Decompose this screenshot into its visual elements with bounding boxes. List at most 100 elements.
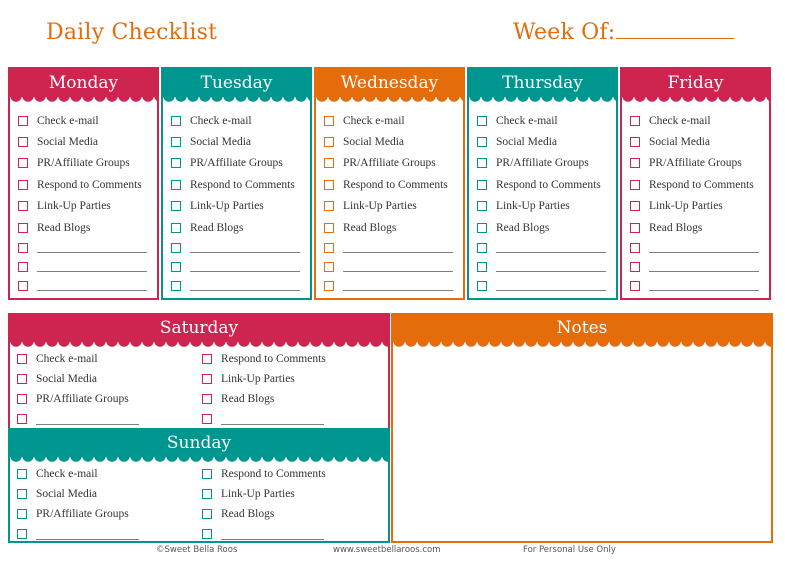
blank-write-in-line[interactable] bbox=[36, 416, 139, 425]
checkbox[interactable] bbox=[202, 489, 212, 499]
checkbox[interactable] bbox=[171, 261, 181, 272]
checkbox[interactable] bbox=[477, 222, 487, 233]
checkbox[interactable] bbox=[324, 201, 334, 212]
checkbox[interactable] bbox=[477, 242, 487, 253]
checkbox[interactable] bbox=[17, 394, 27, 404]
notes-card: Notes bbox=[391, 313, 773, 543]
checkbox[interactable] bbox=[324, 242, 334, 253]
checkbox[interactable] bbox=[171, 222, 181, 233]
checkbox[interactable] bbox=[477, 115, 487, 126]
checkbox[interactable] bbox=[477, 158, 487, 169]
checkbox[interactable] bbox=[630, 137, 640, 148]
checkbox[interactable] bbox=[324, 115, 334, 126]
blank-write-in-line[interactable] bbox=[343, 244, 453, 254]
checklist-item: PR/Affiliate Groups bbox=[17, 504, 202, 524]
blank-write-in-line[interactable] bbox=[190, 263, 300, 273]
blank-write-in-line[interactable] bbox=[37, 244, 147, 254]
checkbox[interactable] bbox=[477, 201, 487, 212]
blank-write-in-line[interactable] bbox=[37, 282, 147, 292]
blank-write-in-line[interactable] bbox=[343, 282, 453, 292]
checkbox[interactable] bbox=[324, 261, 334, 272]
checkbox[interactable] bbox=[17, 509, 27, 519]
week-of-field[interactable]: Week Of: bbox=[513, 20, 735, 45]
checkbox[interactable] bbox=[17, 354, 27, 364]
checkbox[interactable] bbox=[171, 242, 181, 253]
checkbox[interactable] bbox=[324, 158, 334, 169]
checkbox[interactable] bbox=[18, 158, 28, 169]
blank-write-in-line[interactable] bbox=[649, 263, 759, 273]
blank-write-in-line[interactable] bbox=[496, 282, 606, 292]
blank-write-in-line[interactable] bbox=[221, 531, 324, 540]
checkbox[interactable] bbox=[18, 222, 28, 233]
checkbox[interactable] bbox=[324, 179, 334, 190]
blank-write-in-line[interactable] bbox=[649, 244, 759, 254]
checkbox[interactable] bbox=[630, 280, 640, 291]
week-of-blank-line[interactable] bbox=[616, 20, 735, 39]
blank-checklist-item bbox=[18, 238, 157, 257]
checkbox[interactable] bbox=[477, 137, 487, 148]
blank-write-in-line[interactable] bbox=[496, 244, 606, 254]
checkbox[interactable] bbox=[18, 201, 28, 212]
checkbox[interactable] bbox=[171, 115, 181, 126]
checkbox[interactable] bbox=[630, 261, 640, 272]
scallop-edge bbox=[622, 96, 769, 103]
checkbox[interactable] bbox=[630, 201, 640, 212]
checkbox[interactable] bbox=[17, 529, 27, 539]
day-card-tuesday: Tuesday Check e-mail Social Media PR/Affili… bbox=[161, 67, 312, 300]
checklist-item: Respond to Comments bbox=[324, 174, 463, 195]
day-title: Wednesday bbox=[340, 73, 439, 93]
checkbox[interactable] bbox=[477, 179, 487, 190]
blank-checklist-item bbox=[171, 257, 310, 276]
checkbox[interactable] bbox=[324, 222, 334, 233]
checklist-item-label: Read Blogs bbox=[221, 508, 275, 520]
checkbox[interactable] bbox=[18, 280, 28, 291]
checkbox[interactable] bbox=[18, 115, 28, 126]
checkbox[interactable] bbox=[202, 394, 212, 404]
blank-write-in-line[interactable] bbox=[37, 263, 147, 273]
blank-write-in-line[interactable] bbox=[496, 263, 606, 273]
checkbox[interactable] bbox=[630, 158, 640, 169]
saturday-title: Saturday bbox=[159, 318, 239, 338]
checkbox[interactable] bbox=[202, 414, 212, 424]
checkbox[interactable] bbox=[630, 242, 640, 253]
checkbox[interactable] bbox=[17, 489, 27, 499]
checklist-item-label: Link-Up Parties bbox=[190, 200, 264, 213]
checkbox[interactable] bbox=[171, 179, 181, 190]
blank-write-in-line[interactable] bbox=[343, 263, 453, 273]
checkbox[interactable] bbox=[202, 354, 212, 364]
checkbox[interactable] bbox=[630, 115, 640, 126]
blank-write-in-line[interactable] bbox=[190, 282, 300, 292]
checkbox[interactable] bbox=[477, 261, 487, 272]
checkbox[interactable] bbox=[630, 222, 640, 233]
footer-url[interactable]: www.sweetbellaroos.com bbox=[333, 545, 441, 555]
blank-write-in-line[interactable] bbox=[190, 244, 300, 254]
checkbox[interactable] bbox=[17, 414, 27, 424]
checkbox[interactable] bbox=[324, 280, 334, 291]
checkbox[interactable] bbox=[18, 261, 28, 272]
checklist-item: Link-Up Parties bbox=[324, 196, 463, 217]
checkbox[interactable] bbox=[171, 280, 181, 291]
checkbox[interactable] bbox=[17, 374, 27, 384]
checkbox[interactable] bbox=[202, 529, 212, 539]
blank-checklist-item bbox=[17, 409, 202, 429]
checkbox[interactable] bbox=[18, 179, 28, 190]
checkbox[interactable] bbox=[18, 242, 28, 253]
checkbox[interactable] bbox=[477, 280, 487, 291]
checkbox[interactable] bbox=[171, 158, 181, 169]
checkbox[interactable] bbox=[630, 179, 640, 190]
checkbox[interactable] bbox=[171, 201, 181, 212]
checkbox[interactable] bbox=[202, 374, 212, 384]
notes-area[interactable] bbox=[393, 342, 771, 537]
checkbox[interactable] bbox=[202, 509, 212, 519]
day-card-monday: Monday Check e-mail Social Media PR/Affilia… bbox=[8, 67, 159, 300]
checkbox[interactable] bbox=[202, 469, 212, 479]
blank-write-in-line[interactable] bbox=[221, 416, 324, 425]
checkbox[interactable] bbox=[324, 137, 334, 148]
blank-write-in-line[interactable] bbox=[36, 531, 139, 540]
checkbox[interactable] bbox=[18, 137, 28, 148]
checkbox[interactable] bbox=[17, 469, 27, 479]
saturday-checklist: Check e-mail Respond to Comments Social Me… bbox=[10, 342, 388, 429]
blank-write-in-line[interactable] bbox=[649, 282, 759, 292]
checkbox[interactable] bbox=[171, 137, 181, 148]
scallop-edge bbox=[10, 456, 388, 463]
